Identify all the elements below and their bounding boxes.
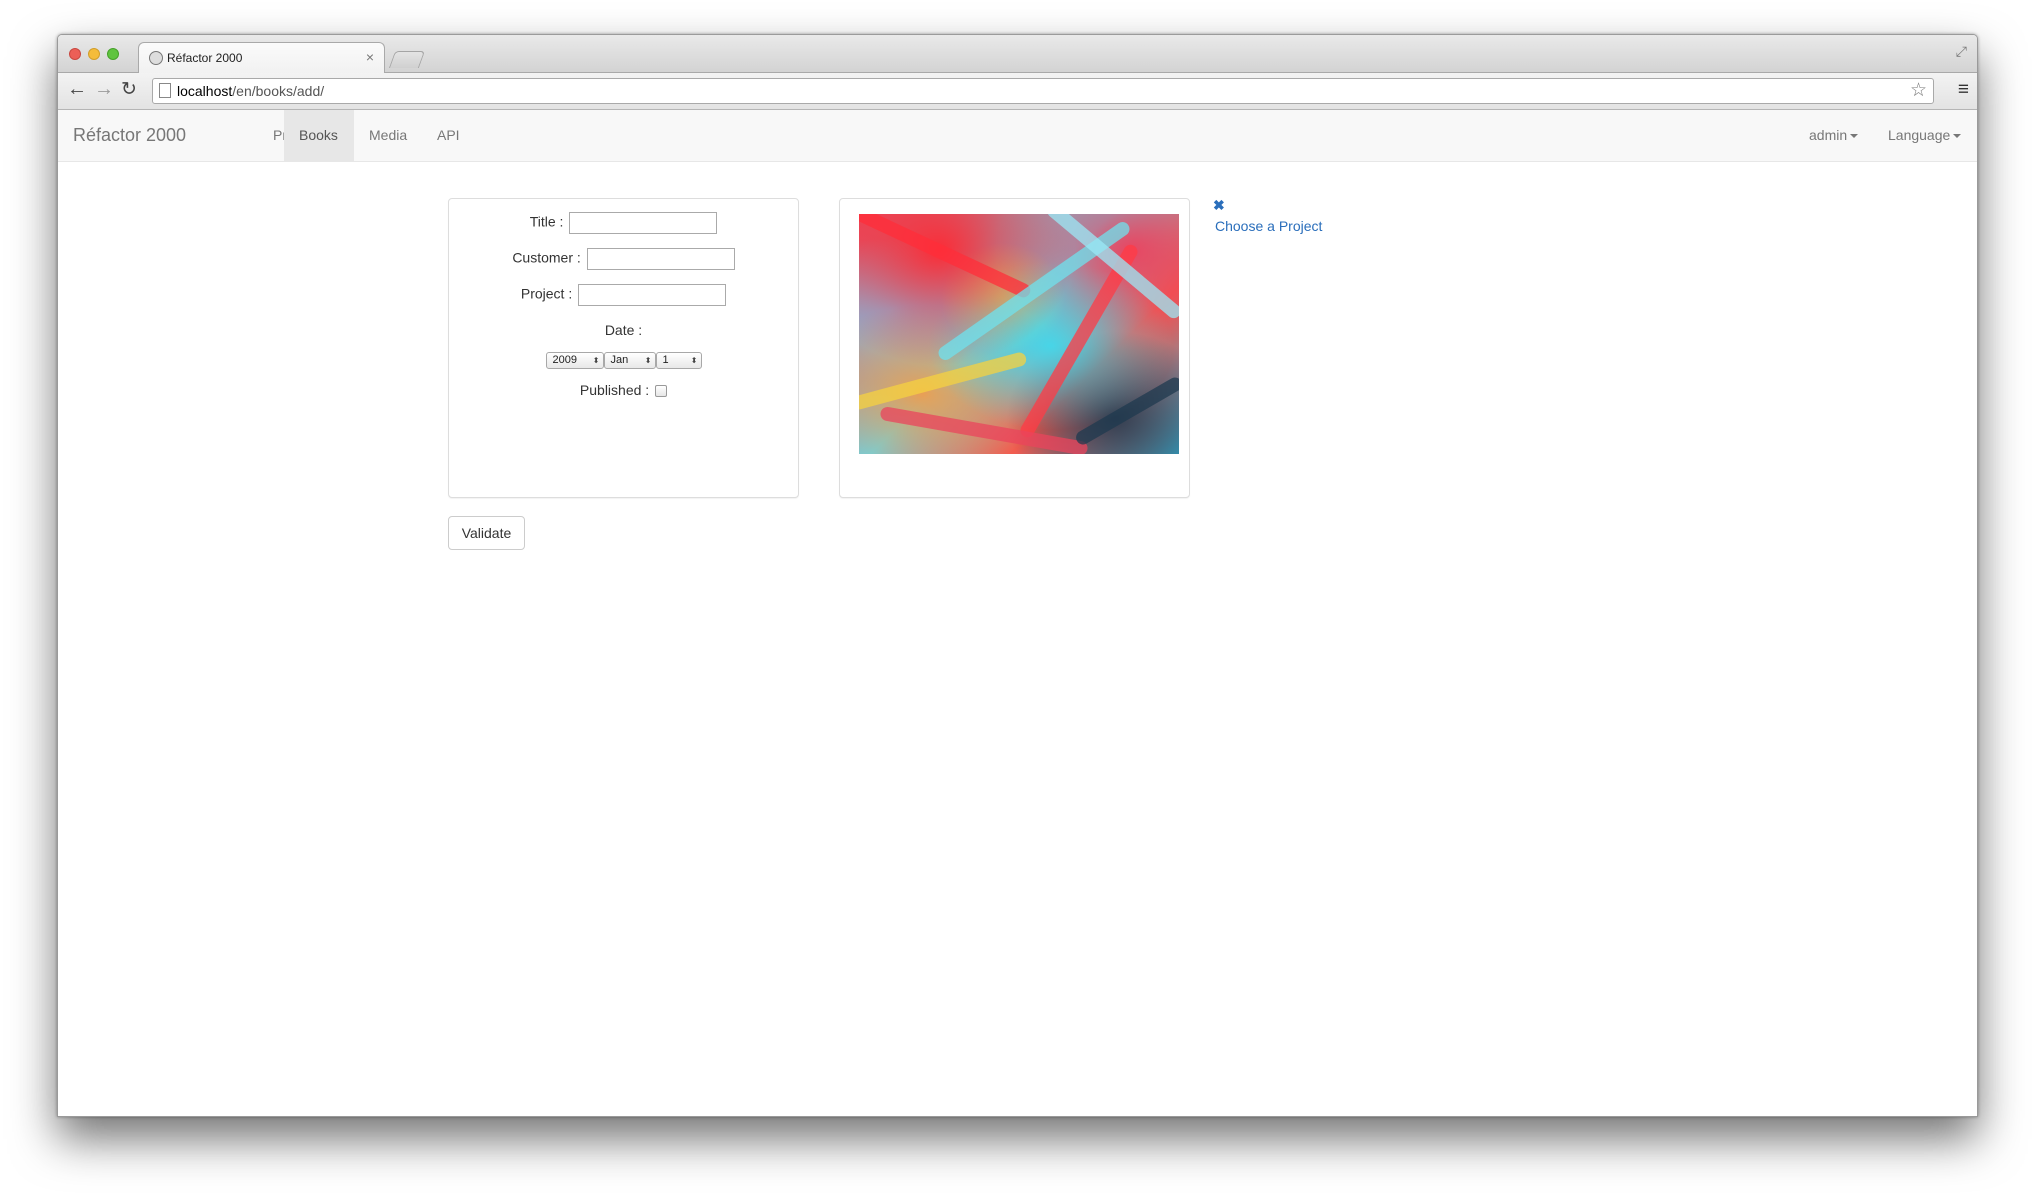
page-icon [159, 83, 171, 98]
paint-stroke [879, 405, 1089, 454]
project-row: Project : [449, 284, 798, 306]
date-row: Date : [449, 322, 798, 338]
title-input[interactable] [569, 212, 718, 234]
project-input[interactable] [578, 284, 727, 306]
year-value: 2009 [552, 353, 577, 366]
year-select[interactable]: 2009 ⬍ [545, 351, 604, 369]
url-host: localhost [177, 83, 233, 99]
url-text: localhost/en/books/add/ [177, 83, 324, 99]
app-navbar: Réfactor 2000 Projects Books Media API a… [58, 110, 1977, 162]
day-value: 1 [662, 353, 669, 366]
back-arrow-icon[interactable]: ← [67, 78, 87, 101]
tab-strip: Réfactor 2000 × ⤢ [58, 35, 1977, 74]
paint-stroke [1073, 374, 1179, 448]
image-panel [839, 198, 1190, 498]
browser-toolbar: ← → ↻ localhost/en/books/add/ ☆ ≡ [58, 73, 1977, 110]
select-arrows-icon: ⬍ [644, 355, 652, 365]
published-row: Published : [449, 382, 798, 398]
customer-input[interactable] [586, 248, 735, 270]
book-form-panel: Title : Customer : Project : Date : 2009… [448, 198, 799, 498]
date-selects: 2009 ⬍ Jan ⬍ 1 ⬍ [449, 351, 798, 369]
tab-close-icon[interactable]: × [366, 49, 374, 65]
project-label: Project : [520, 285, 573, 302]
minimize-window-button[interactable] [88, 48, 100, 60]
customer-label: Customer : [512, 249, 581, 266]
admin-dropdown[interactable]: admin [1794, 110, 1873, 161]
paint-stroke [859, 214, 1033, 300]
validate-button[interactable]: Validate [448, 516, 525, 550]
language-label: Language [1888, 127, 1951, 143]
address-bar[interactable]: localhost/en/books/add/ ☆ [152, 78, 1934, 104]
fullscreen-icon[interactable]: ⤢ [1956, 43, 1967, 60]
title-row: Title : [449, 212, 798, 234]
published-checkbox[interactable] [655, 385, 668, 398]
remove-icon[interactable]: ✖ [1213, 197, 1225, 214]
browser-window: Réfactor 2000 × ⤢ ← → ↻ localhost/en/boo… [57, 34, 1978, 1117]
nav-item-books[interactable]: Books [284, 110, 354, 161]
language-dropdown[interactable]: Language [1873, 110, 1976, 161]
url-path: /en/books/add/ [232, 83, 325, 99]
tab-title: Réfactor 2000 [167, 51, 243, 65]
zoom-window-button[interactable] [107, 48, 119, 60]
day-select[interactable]: 1 ⬍ [655, 351, 702, 369]
admin-label: admin [1809, 127, 1848, 143]
caret-down-icon [1850, 134, 1859, 139]
customer-row: Customer : [449, 248, 798, 270]
published-label: Published : [579, 382, 650, 398]
title-label: Title : [529, 213, 564, 230]
select-arrows-icon: ⬍ [690, 355, 698, 365]
browser-tab[interactable]: Réfactor 2000 × [138, 42, 385, 74]
globe-icon [149, 51, 163, 65]
caret-down-icon [1953, 134, 1962, 139]
select-arrows-icon: ⬍ [592, 355, 600, 365]
book-cover-image [859, 214, 1179, 454]
brand-link[interactable]: Réfactor 2000 [73, 125, 186, 146]
month-value: Jan [610, 353, 629, 366]
forward-arrow-icon[interactable]: → [94, 78, 114, 101]
month-select[interactable]: Jan ⬍ [603, 351, 656, 369]
date-label: Date : [604, 322, 643, 338]
nav-item-api[interactable]: API [422, 110, 475, 161]
reload-icon[interactable]: ↻ [121, 78, 137, 101]
new-tab-button[interactable] [388, 51, 426, 68]
browser-menu-icon[interactable]: ≡ [1958, 79, 1969, 101]
choose-project-link[interactable]: Choose a Project [1215, 218, 1322, 234]
close-window-button[interactable] [69, 48, 81, 60]
nav-item-media[interactable]: Media [354, 110, 422, 161]
bookmark-star-icon[interactable]: ☆ [1910, 79, 1927, 102]
